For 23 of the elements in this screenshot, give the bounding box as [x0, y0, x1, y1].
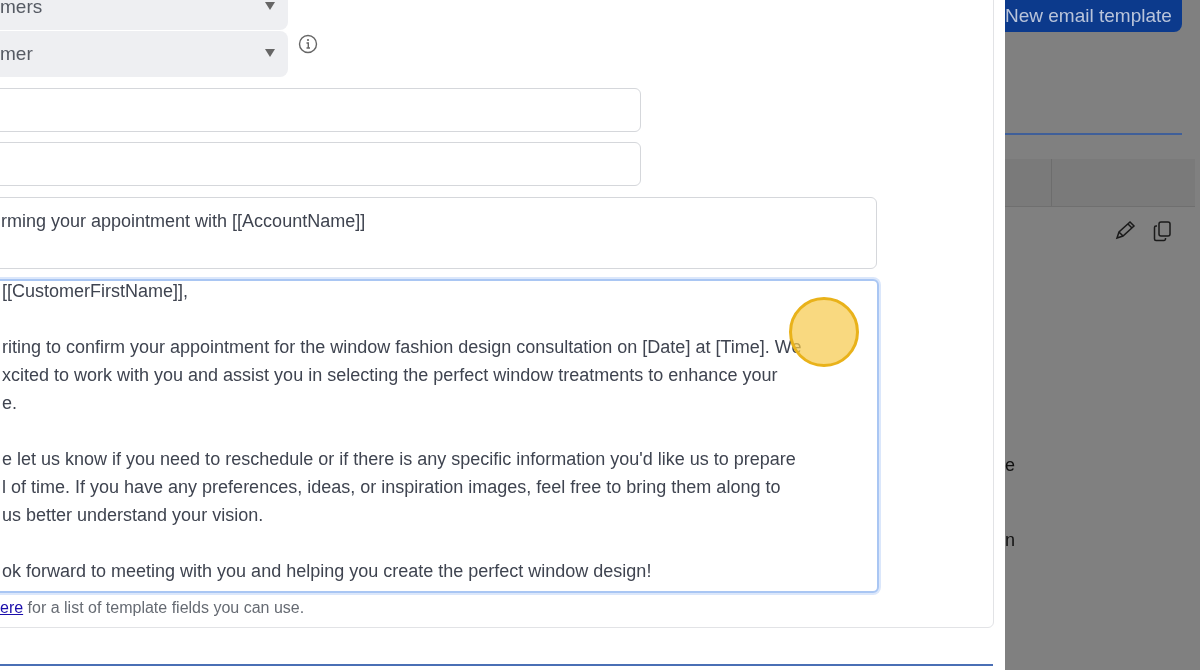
message-text-line: us better understand your vision.	[2, 504, 265, 527]
message-text-line: e.	[2, 392, 18, 415]
help-text: ere for a list of template fields you can use.	[0, 598, 305, 618]
message-text-line: xcited to work with you and assist you in selecting the perfect window treatments to enhance your	[2, 364, 779, 387]
message-text-line: e let us know if you need to reschedule or if there is any specific information you'd like us to prepare	[2, 448, 797, 471]
text-field[interactable]	[0, 142, 641, 186]
subject-field[interactable]: rming your appointment with [[AccountName]]	[0, 197, 877, 269]
new-template-button[interactable]: New email template	[1005, 0, 1182, 32]
caret-icon	[265, 49, 275, 57]
caret-icon	[265, 2, 275, 10]
table-cell-text: e	[1005, 455, 1015, 475]
message-text-line: [[CustomerFirstName]],	[2, 281, 190, 303]
text-field[interactable]	[0, 88, 641, 132]
message-body-field[interactable]	[0, 279, 879, 593]
select-field[interactable]: mer	[0, 31, 288, 77]
here-link[interactable]: ere	[0, 599, 24, 616]
message-text-line: l of time. If you have any preferences, ideas, or inspiration images, feel free to bring them along to	[2, 476, 782, 499]
info-icon[interactable]	[298, 34, 318, 54]
pencil-icon[interactable]	[1115, 220, 1137, 240]
table-cell-text: n	[1005, 530, 1015, 550]
copy-icon[interactable]	[1153, 220, 1173, 242]
select-field[interactable]: mers	[0, 0, 288, 30]
message-text-line: ok forward to meeting with you and helping you create the perfect window design!	[2, 560, 653, 583]
